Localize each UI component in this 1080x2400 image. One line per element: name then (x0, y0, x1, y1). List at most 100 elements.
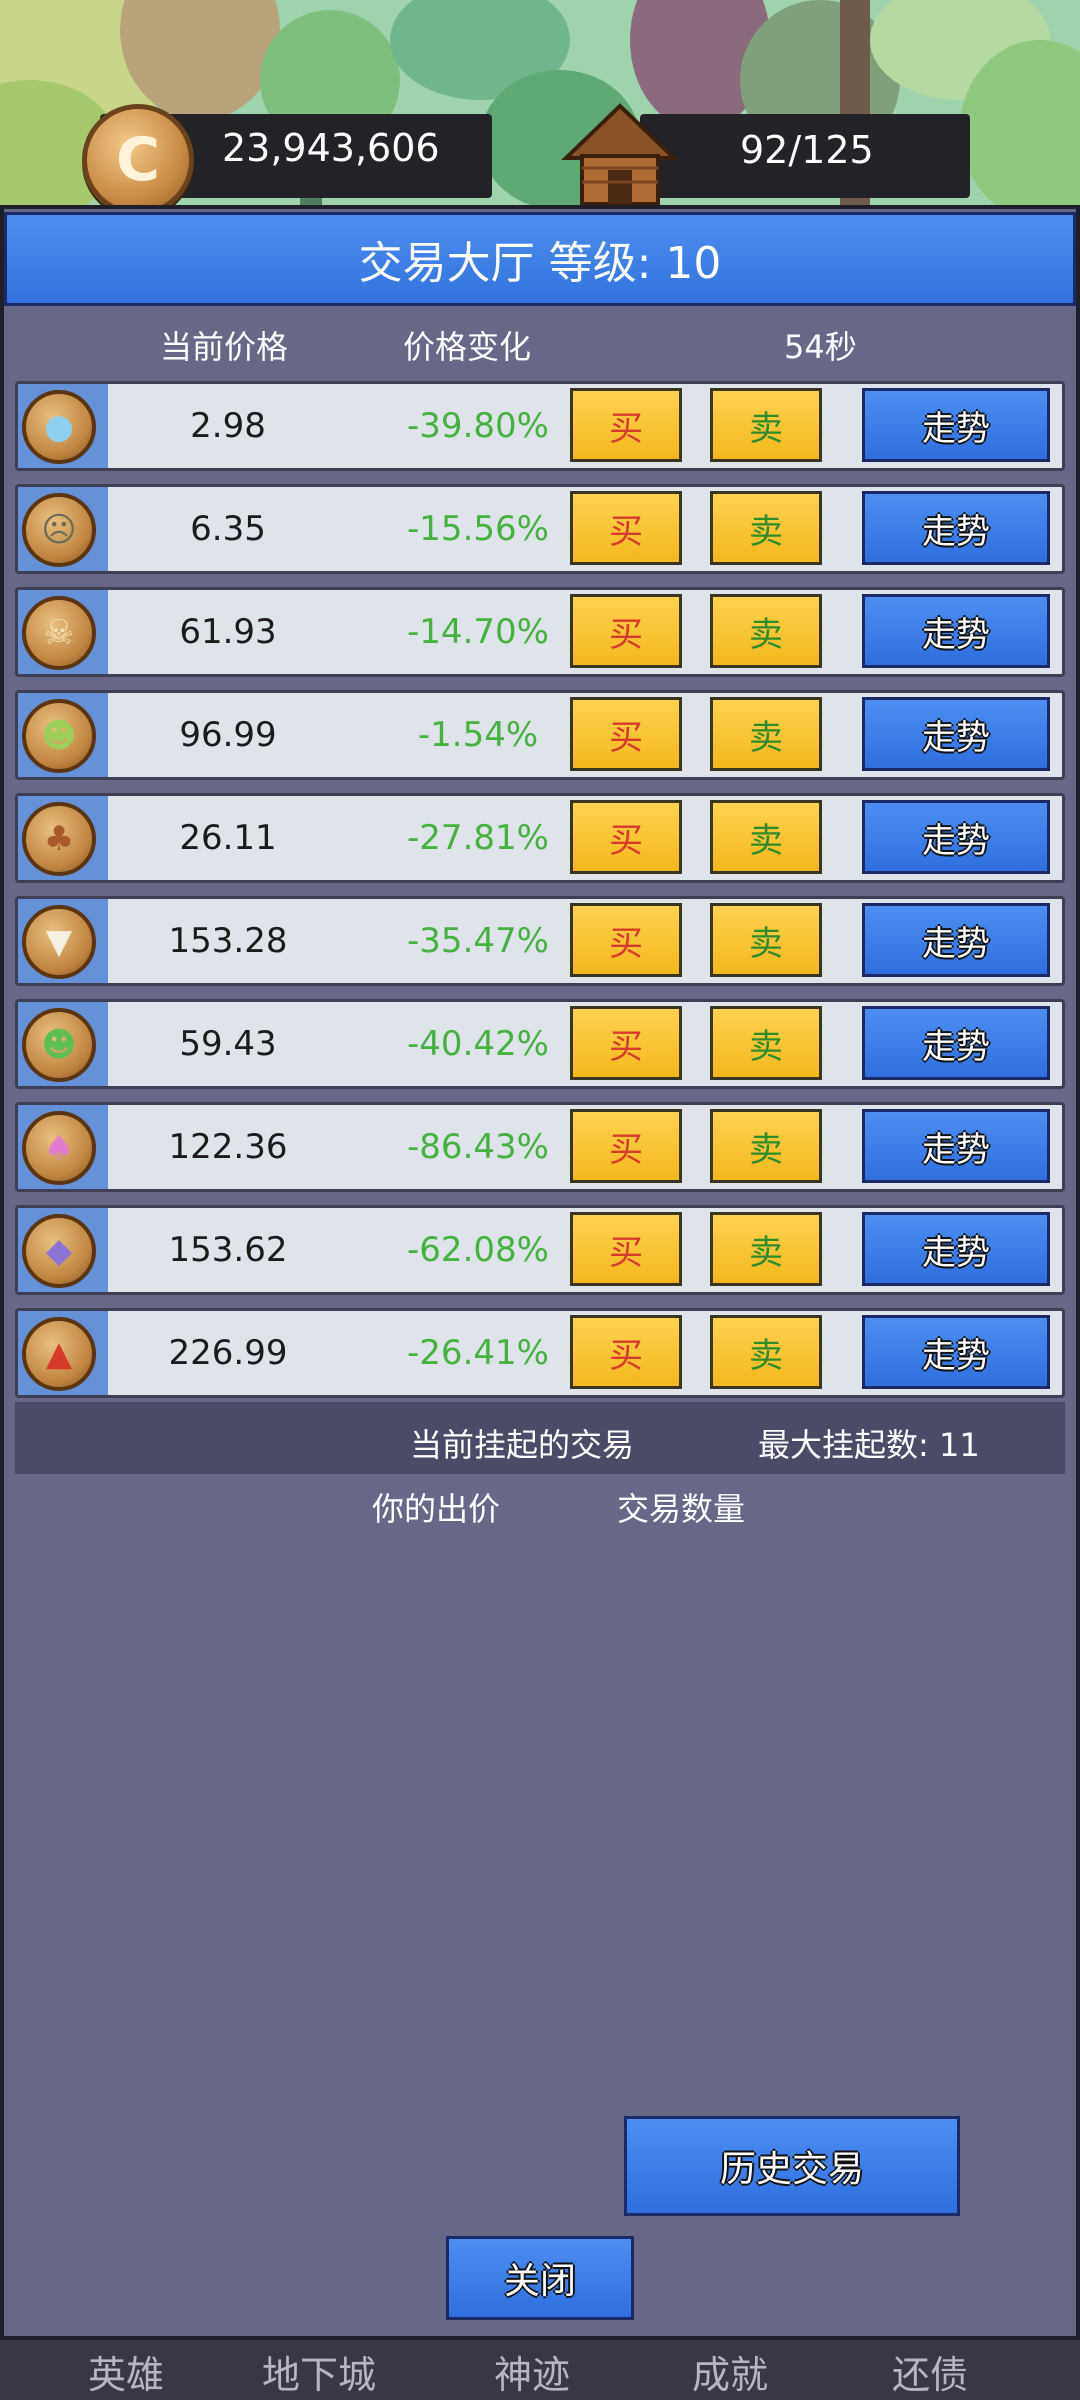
sell-button[interactable]: 卖 (710, 1212, 822, 1286)
trend-button[interactable]: 走势 (862, 491, 1050, 565)
price-change: -27.81% (407, 818, 549, 858)
trend-button[interactable]: 走势 (862, 697, 1050, 771)
price-change: -14.70% (407, 612, 549, 652)
commodity-row: ● 2.98 -39.80% 买卖走势 (15, 381, 1065, 471)
trend-button[interactable]: 走势 (862, 1109, 1050, 1183)
current-price: 26.11 (179, 818, 277, 858)
current-price: 61.93 (179, 612, 277, 652)
trend-button[interactable]: 走势 (862, 1315, 1050, 1389)
buy-button[interactable]: 买 (570, 800, 682, 874)
commodity-row: ☻ 96.99 -1.54% 买卖走势 (15, 690, 1065, 780)
current-price: 226.99 (168, 1333, 288, 1373)
bat-icon: ◆ (22, 1214, 96, 1288)
nav-item-repay-debt[interactable]: 还债 (892, 2344, 968, 2399)
sell-button[interactable]: 卖 (710, 594, 822, 668)
buy-button[interactable]: 买 (570, 388, 682, 462)
refresh-timer: 54秒 (784, 328, 857, 366)
sell-button[interactable]: 卖 (710, 491, 822, 565)
price-change: -26.41% (407, 1333, 549, 1373)
current-price: 2.98 (190, 406, 266, 446)
price-change: -15.56% (407, 509, 549, 549)
buy-button[interactable]: 买 (570, 491, 682, 565)
skull-icon: ☠ (22, 596, 96, 670)
sell-button[interactable]: 卖 (710, 1315, 822, 1389)
commodity-row: ◆ 153.62 -62.08% 买卖走势 (15, 1205, 1065, 1295)
buy-button[interactable]: 买 (570, 1006, 682, 1080)
column-your-bid: 你的出价 (372, 1490, 501, 1528)
mushroom-icon: ♠ (22, 1111, 96, 1185)
trend-button[interactable]: 走势 (862, 903, 1050, 977)
commodity-icon-cell: ☹ (18, 487, 108, 571)
coin-amount: 23,943,606 (222, 126, 440, 170)
slime-icon: ● (22, 390, 96, 464)
coin-c-icon: C (82, 104, 194, 216)
commodity-row: ▲ 226.99 -26.41% 买卖走势 (15, 1308, 1065, 1398)
column-trade-quantity: 交易数量 (617, 1490, 746, 1528)
commodity-row: ♣ 26.11 -27.81% 买卖走势 (15, 793, 1065, 883)
price-change: -39.80% (407, 406, 549, 446)
column-price-change: 价格变化 (403, 328, 532, 366)
commodity-icon-cell: ☠ (18, 590, 108, 674)
buy-button[interactable]: 买 (570, 1109, 682, 1183)
column-current-price: 当前价格 (160, 328, 289, 366)
buy-button[interactable]: 买 (570, 1212, 682, 1286)
zombie-icon: ☹ (22, 493, 96, 567)
commodity-row: ☹ 6.35 -15.56% 买卖走势 (15, 484, 1065, 574)
commodity-icon-cell: ♣ (18, 796, 108, 880)
pending-trades-title: 当前挂起的交易 (410, 1426, 635, 1464)
price-change: -40.42% (407, 1024, 549, 1064)
commodity-icon-cell: ☻ (18, 1002, 108, 1086)
buy-button[interactable]: 买 (570, 697, 682, 771)
sell-button[interactable]: 卖 (710, 1006, 822, 1080)
wolf-icon: ▼ (22, 905, 96, 979)
sell-button[interactable]: 卖 (710, 697, 822, 771)
trend-button[interactable]: 走势 (862, 388, 1050, 462)
price-change: -1.54% (417, 715, 539, 755)
current-price: 153.28 (168, 921, 288, 961)
price-change: -86.43% (407, 1127, 549, 1167)
buy-button[interactable]: 买 (570, 594, 682, 668)
close-button[interactable]: 关闭 (446, 2236, 634, 2320)
nav-item-heroes[interactable]: 英雄 (88, 2344, 164, 2399)
commodity-icon-cell: ▲ (18, 1311, 108, 1395)
panel-title: 交易大厅 等级: 10 (358, 238, 722, 289)
treant-icon: ♣ (22, 802, 96, 876)
current-price: 6.35 (190, 509, 266, 549)
nav-item-dungeon[interactable]: 地下城 (262, 2344, 376, 2399)
dragon-icon: ▲ (22, 1317, 96, 1391)
goblin-icon: ☻ (22, 699, 96, 773)
buy-button[interactable]: 买 (570, 903, 682, 977)
sell-button[interactable]: 卖 (710, 1109, 822, 1183)
commodity-row: ☻ 59.43 -40.42% 买卖走势 (15, 999, 1065, 1089)
sell-button[interactable]: 卖 (710, 800, 822, 874)
current-price: 96.99 (179, 715, 277, 755)
sell-button[interactable]: 卖 (710, 903, 822, 977)
commodity-row: ♠ 122.36 -86.43% 买卖走势 (15, 1102, 1065, 1192)
orc-icon: ☻ (22, 1008, 96, 1082)
panel-header: 交易大厅 等级: 10 (4, 212, 1076, 306)
nav-item-miracles[interactable]: 神迹 (494, 2344, 570, 2399)
trend-button[interactable]: 走势 (862, 800, 1050, 874)
commodity-row: ▼ 153.28 -35.47% 买卖走势 (15, 896, 1065, 986)
commodity-icon-cell: ▼ (18, 899, 108, 983)
capacity-value: 92/125 (740, 128, 874, 172)
trend-button[interactable]: 走势 (862, 594, 1050, 668)
commodity-icon-cell: ◆ (18, 1208, 108, 1292)
buy-button[interactable]: 买 (570, 1315, 682, 1389)
nav-item-achievements[interactable]: 成就 (692, 2344, 768, 2399)
price-change: -35.47% (407, 921, 549, 961)
max-pending-count: 最大挂起数: 11 (758, 1426, 980, 1464)
trend-button[interactable]: 走势 (862, 1006, 1050, 1080)
price-change: -62.08% (407, 1230, 549, 1270)
sell-button[interactable]: 卖 (710, 388, 822, 462)
current-price: 153.62 (168, 1230, 288, 1270)
commodity-icon-cell: ☻ (18, 693, 108, 777)
house-icon (560, 100, 680, 210)
commodity-icon-cell: ♠ (18, 1105, 108, 1189)
trend-button[interactable]: 走势 (862, 1212, 1050, 1286)
current-price: 59.43 (179, 1024, 277, 1064)
commodity-row: ☠ 61.93 -14.70% 买卖走势 (15, 587, 1065, 677)
trade-history-button[interactable]: 历史交易 (624, 2116, 960, 2216)
commodity-icon-cell: ● (18, 384, 108, 468)
current-price: 122.36 (168, 1127, 288, 1167)
